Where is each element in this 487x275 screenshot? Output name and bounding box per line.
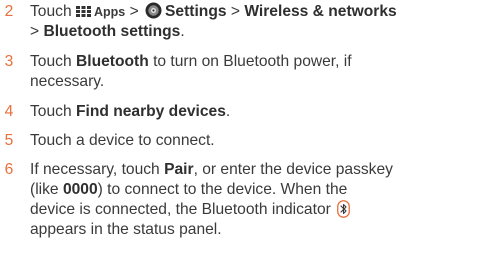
separator: > <box>129 3 139 20</box>
step-2-line-2: > Bluetooth settings. <box>30 22 485 42</box>
punctuation: . <box>180 23 185 40</box>
step-number: 4 <box>4 103 14 120</box>
step-text: , or enter the device passkey <box>193 161 393 178</box>
passkey-value: 0000 <box>62 181 98 198</box>
step-6-line-3: device is connected, the Bluetooth indic… <box>30 200 485 220</box>
apps-grid-icon <box>75 6 91 17</box>
bluetooth-settings-label: Bluetooth settings <box>43 23 181 40</box>
step-text: Touch <box>30 3 72 20</box>
step-6-line-2: (like 0000) to connect to the device. Wh… <box>30 180 485 200</box>
settings-label: Settings <box>165 3 227 20</box>
wireless-networks-label: Wireless & networks <box>244 3 397 20</box>
step-text: device is connected, the Bluetooth indic… <box>30 201 331 218</box>
pair-label: Pair <box>164 161 194 178</box>
separator: > <box>230 3 240 20</box>
step-text: If necessary, touch <box>30 161 160 178</box>
instructions-page: 2 Touch Apps > Settings > Wireless & net… <box>0 0 487 275</box>
step-2-line-1: Touch Apps > Settings > Wireless & netwo… <box>30 2 485 22</box>
bluetooth-label: Bluetooth <box>75 53 149 70</box>
step-text: Touch <box>30 53 72 70</box>
step-number: 5 <box>4 132 14 149</box>
settings-gear-icon <box>145 2 162 19</box>
step-text: to turn on Bluetooth power, if <box>153 53 352 70</box>
step-number: 3 <box>4 53 14 70</box>
step-3-line-1: Touch Bluetooth to turn on Bluetooth pow… <box>30 52 485 72</box>
step-3-line-2: necessary. <box>30 73 105 90</box>
step-number: 2 <box>4 3 14 20</box>
punctuation: . <box>225 103 231 120</box>
find-nearby-devices-label: Find nearby devices <box>75 103 226 120</box>
step-number: 6 <box>4 161 14 178</box>
step-4-line-1: Touch Find nearby devices. <box>30 102 485 122</box>
apps-label: Apps <box>93 5 126 19</box>
step-text: Touch <box>30 103 72 120</box>
step-6-line-4: appears in the status panel. <box>30 221 222 238</box>
separator: > <box>30 23 40 40</box>
step-text: ) to connect to the device. When the <box>97 181 348 198</box>
step-5-line-1: Touch a device to connect. <box>30 132 215 149</box>
step-text: (like <box>30 181 59 198</box>
step-6-line-1: If necessary, touch Pair, or enter the d… <box>30 160 485 180</box>
bluetooth-indicator-icon <box>337 200 351 218</box>
